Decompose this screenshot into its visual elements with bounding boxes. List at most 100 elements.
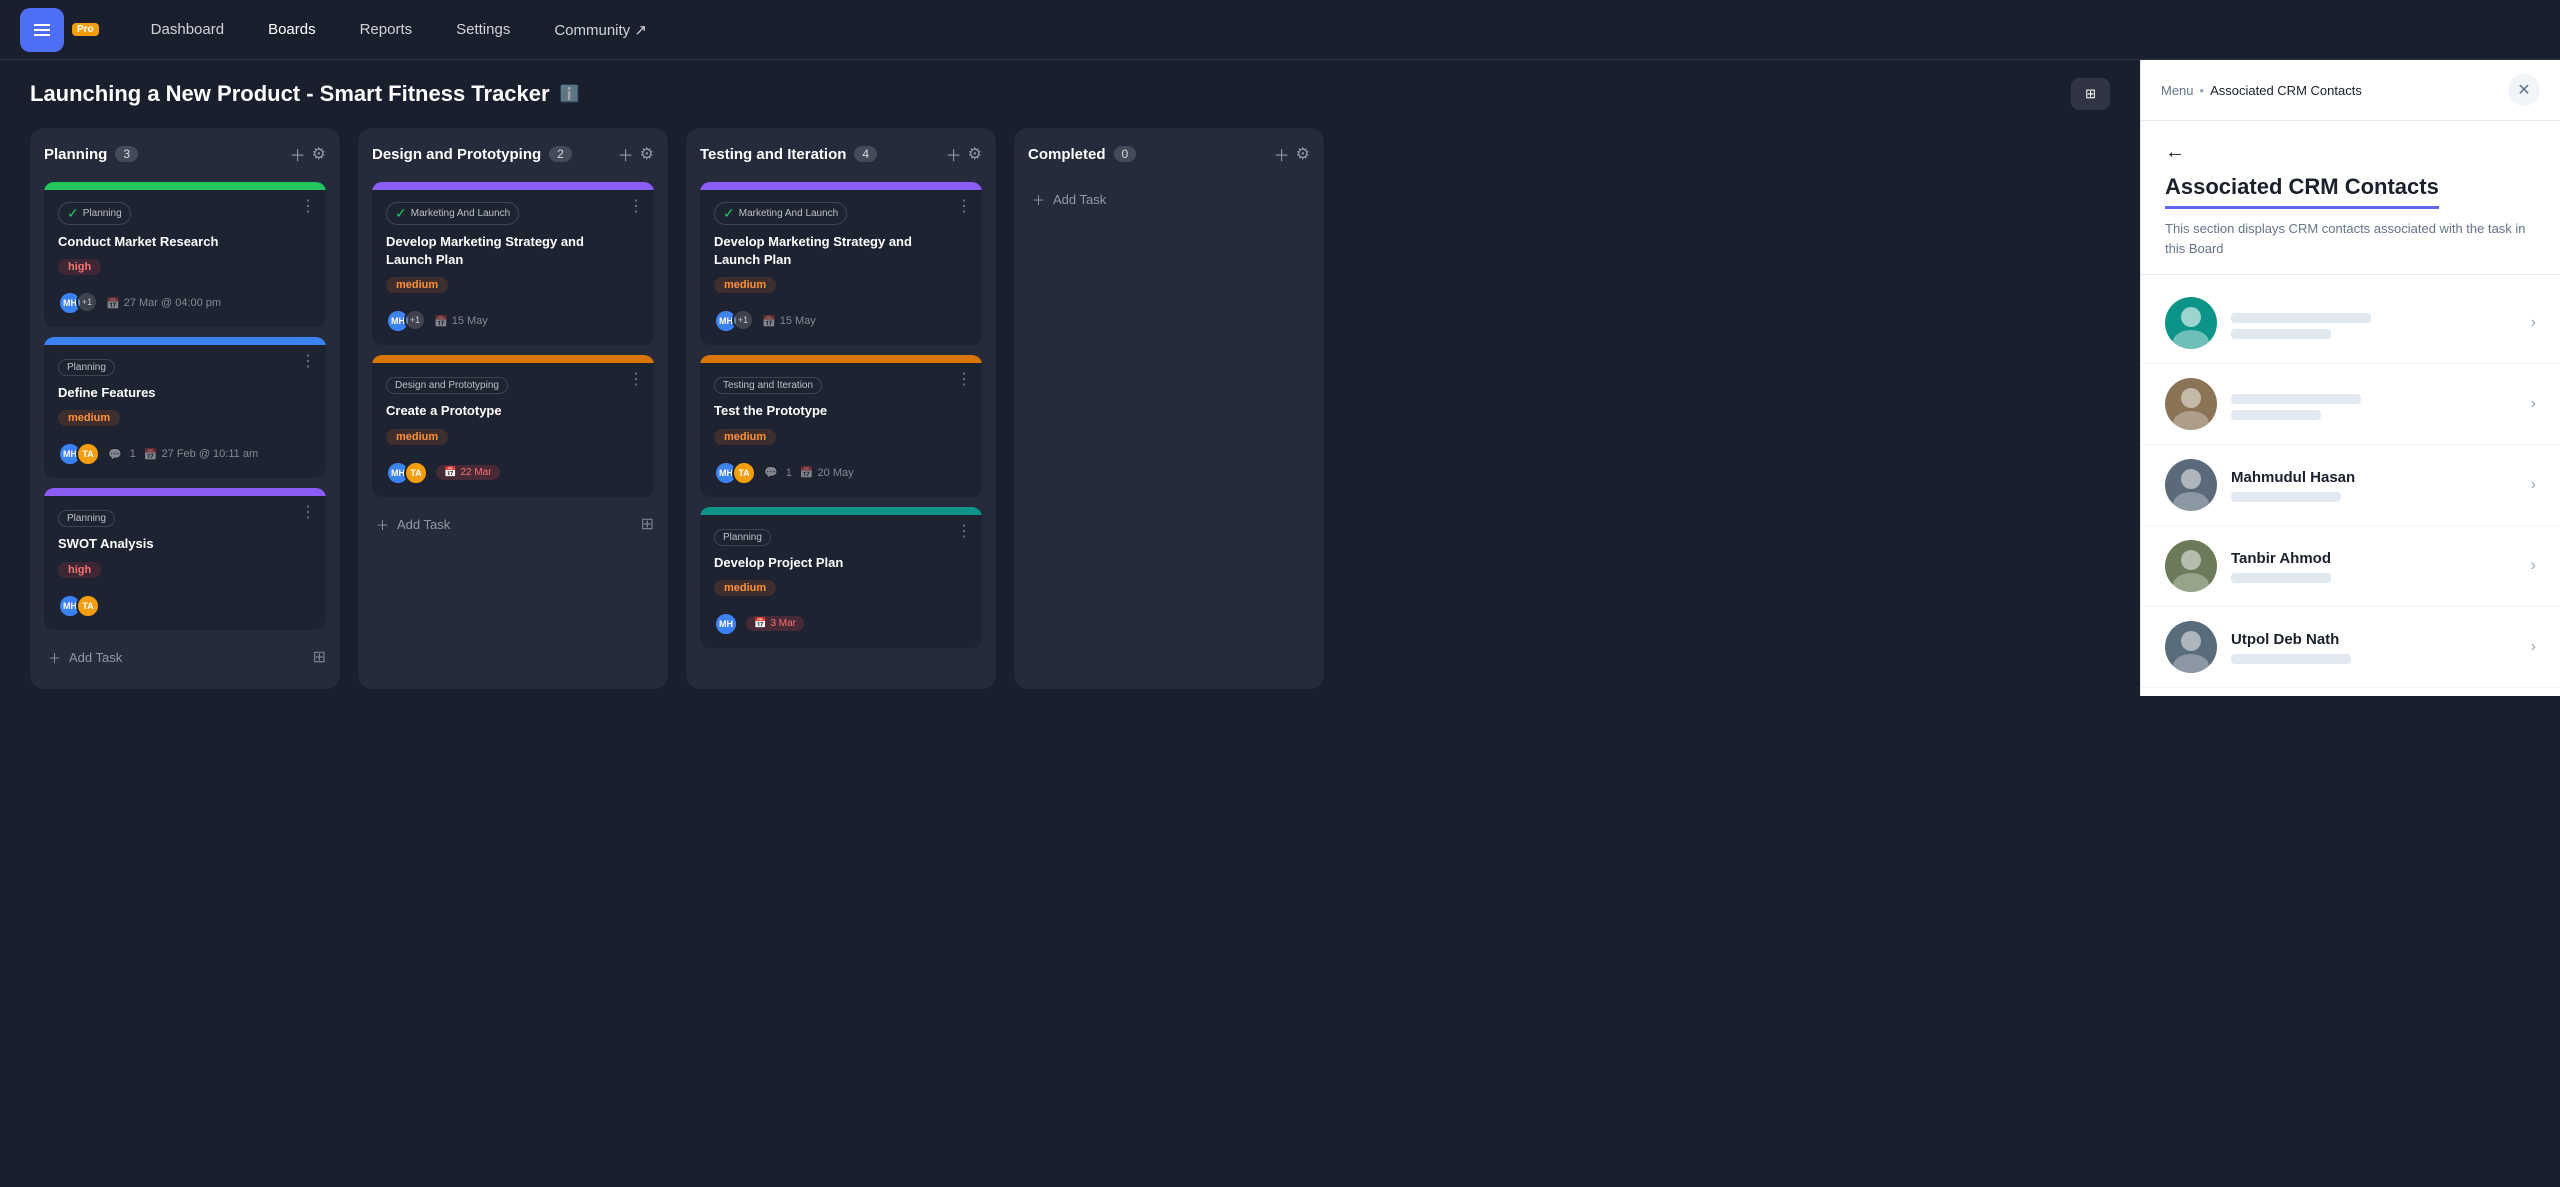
contact-info-tanbir: Tanbir Ahmod <box>2231 550 2517 583</box>
contact-avatar-mahmudul <box>2165 459 2217 511</box>
panel-breadcrumb-bar: Menu • Associated CRM Contacts ✕ <box>2141 60 2560 121</box>
col-settings-design[interactable]: ⚙ <box>640 142 654 166</box>
card-tag: Planning <box>58 510 115 527</box>
nav-reports[interactable]: Reports <box>338 0 435 60</box>
col-add-completed[interactable]: ＋ <box>1274 142 1290 166</box>
avatar-stack: MH +1 <box>58 291 98 315</box>
avatar-stack: MH TA <box>386 461 428 485</box>
card-create-prototype[interactable]: ⋮ Design and Prototyping Create a Protot… <box>372 355 654 496</box>
check-icon: ✓ <box>67 205 79 222</box>
card-title: Develop Marketing Strategy and Launch Pl… <box>386 233 640 269</box>
card-menu-btn[interactable]: ⋮ <box>956 521 972 541</box>
nav-settings[interactable]: Settings <box>434 0 532 60</box>
calendar-icon: 📅 <box>800 466 814 479</box>
card-menu-btn[interactable]: ⋮ <box>300 502 316 522</box>
contact-avatar-tanbir <box>2165 540 2217 592</box>
card-title: Test the Prototype <box>714 402 968 420</box>
avatar: TA <box>404 461 428 485</box>
card-tag: Planning <box>58 359 115 376</box>
priority-badge: medium <box>714 429 776 445</box>
contact-item-1[interactable]: › <box>2141 283 2560 364</box>
calendar-icon: 📅 <box>144 448 158 461</box>
col-footer-icon[interactable]: ⊞ <box>313 647 326 667</box>
col-add-design[interactable]: ＋ <box>618 142 634 166</box>
contact-item-tanbir[interactable]: Tanbir Ahmod › <box>2141 526 2560 607</box>
contact-role-mahmudul <box>2231 492 2341 502</box>
panel-back-button[interactable]: ← <box>2165 141 2185 164</box>
avatar-stack: MH <box>714 612 738 636</box>
card-menu-btn[interactable]: ⋮ <box>956 369 972 389</box>
card-test-prototype[interactable]: ⋮ Testing and Iteration Test the Prototy… <box>700 355 982 496</box>
card-marketing-strategy-design[interactable]: ⋮ ✓ Marketing And Launch Develop Marketi… <box>372 182 654 345</box>
card-menu-btn[interactable]: ⋮ <box>300 196 316 216</box>
card-color-bar <box>44 337 326 345</box>
card-menu-btn[interactable]: ⋮ <box>300 351 316 371</box>
card-color-bar <box>44 488 326 496</box>
card-date: 📅 20 May <box>800 466 854 479</box>
card-swot-analysis[interactable]: ⋮ Planning SWOT Analysis high MH TA <box>44 488 326 629</box>
col-settings-planning[interactable]: ⚙ <box>312 142 326 166</box>
card-title: Develop Project Plan <box>714 554 968 572</box>
nav-dashboard[interactable]: Dashboard <box>129 0 246 60</box>
nav-boards[interactable]: Boards <box>246 0 338 60</box>
priority-badge: medium <box>386 429 448 445</box>
chevron-right-icon: › <box>2531 395 2536 413</box>
card-footer: MH TA 💬 1 📅 20 May <box>714 461 968 485</box>
add-task-design[interactable]: ＋ Add Task <box>372 507 641 542</box>
card-menu-btn[interactable]: ⋮ <box>956 196 972 216</box>
add-task-completed[interactable]: ＋ Add Task <box>1028 182 1310 217</box>
contact-item-utpol[interactable]: Utpol Deb Nath › <box>2141 607 2560 688</box>
col-settings-testing[interactable]: ⚙ <box>968 142 982 166</box>
col-actions-planning: ＋ ⚙ <box>290 142 326 166</box>
col-footer-design: ＋ Add Task ⊞ <box>372 507 654 542</box>
contact-info-mahmudul: Mahmudul Hasan <box>2231 469 2517 502</box>
column-design: Design and Prototyping 2 ＋ ⚙ ⋮ ✓ Marketi… <box>358 128 668 689</box>
col-add-planning[interactable]: ＋ <box>290 142 306 166</box>
card-conduct-market-research[interactable]: ⋮ ✓ Planning Conduct Market Research hig… <box>44 182 326 327</box>
right-panel: Menu • Associated CRM Contacts ✕ ← Assoc… <box>2140 60 2560 696</box>
avatar-count: +1 <box>76 291 98 313</box>
card-footer: MH +1 📅 15 May <box>714 309 968 333</box>
contact-name-hidden <box>2231 394 2361 404</box>
col-add-testing[interactable]: ＋ <box>946 142 962 166</box>
card-marketing-strategy-testing[interactable]: ⋮ ✓ Marketing And Launch Develop Marketi… <box>700 182 982 345</box>
card-tag: Testing and Iteration <box>714 377 822 394</box>
board-container: Planning 3 ＋ ⚙ ⋮ ✓ Planning <box>0 128 2140 709</box>
card-define-features[interactable]: ⋮ Planning Define Features medium MH TA … <box>44 337 326 478</box>
panel-close-button[interactable]: ✕ <box>2508 74 2540 106</box>
add-task-planning[interactable]: ＋ Add Task <box>44 640 313 675</box>
contact-list: › › Mahmudul Hasan <box>2141 275 2560 696</box>
col-actions-design: ＋ ⚙ <box>618 142 654 166</box>
col-footer-icon[interactable]: ⊞ <box>641 514 654 534</box>
check-icon: ✓ <box>395 205 407 222</box>
panel-menu-label: Menu <box>2161 83 2194 98</box>
top-nav: Pro Dashboard Boards Reports Settings Co… <box>0 0 2560 60</box>
col-count-testing: 4 <box>854 146 877 162</box>
col-header-completed: Completed 0 ＋ ⚙ <box>1028 142 1310 172</box>
col-footer-planning: ＋ Add Task ⊞ <box>44 640 326 675</box>
contact-info-1 <box>2231 307 2517 339</box>
nav-community[interactable]: Community ↗ <box>532 0 669 60</box>
breadcrumb-separator: • <box>2200 83 2205 98</box>
calendar-icon: 📅 <box>434 315 448 328</box>
plus-icon: ＋ <box>376 515 389 534</box>
card-footer: MH 📅 3 Mar <box>714 612 968 636</box>
card-menu-btn[interactable]: ⋮ <box>628 196 644 216</box>
priority-badge: high <box>58 562 101 578</box>
card-develop-project-plan[interactable]: ⋮ Planning Develop Project Plan medium M… <box>700 507 982 648</box>
contact-item-mahmudul[interactable]: Mahmudul Hasan › <box>2141 445 2560 526</box>
card-color-bar <box>700 507 982 515</box>
col-settings-completed[interactable]: ⚙ <box>1296 142 1310 166</box>
card-tag: ✓ Marketing And Launch <box>714 202 847 225</box>
card-footer: MH TA <box>58 594 312 618</box>
contact-item-2[interactable]: › <box>2141 364 2560 445</box>
plus-icon: ＋ <box>48 648 61 667</box>
filter-button[interactable]: ⊞ <box>2071 78 2110 110</box>
info-icon[interactable]: ℹ️ <box>560 84 580 104</box>
pro-badge: Pro <box>72 23 99 36</box>
avatar-stack: MH TA <box>58 594 100 618</box>
card-footer: MH TA 💬 1 📅 27 Feb @ 10:11 am <box>58 442 312 466</box>
card-menu-btn[interactable]: ⋮ <box>628 369 644 389</box>
panel-header: ← Associated CRM Contacts This section d… <box>2141 121 2560 275</box>
page-header: Launching a New Product - Smart Fitness … <box>0 60 2140 128</box>
